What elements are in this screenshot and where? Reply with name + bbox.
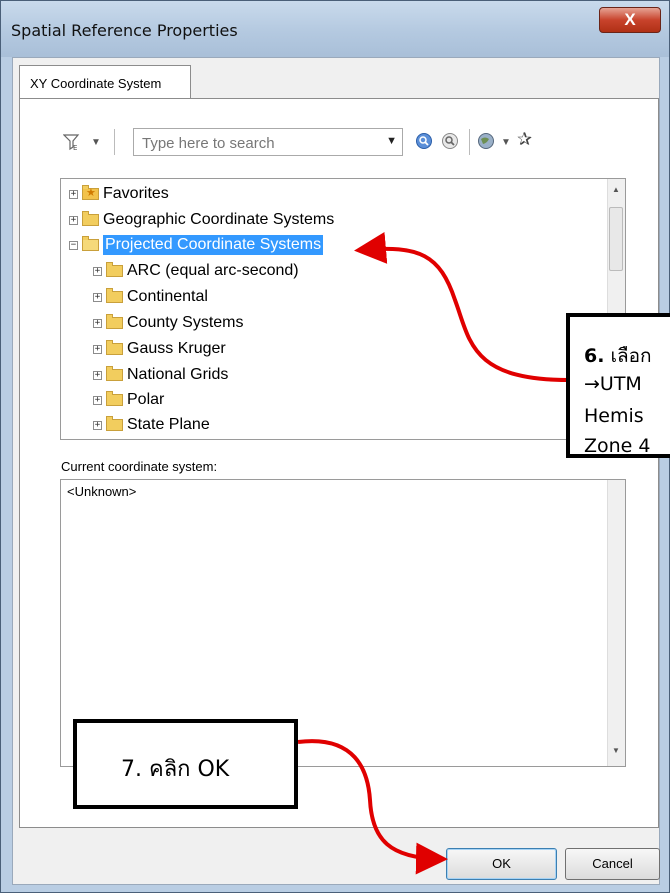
expand-icon[interactable]: + <box>69 189 78 199</box>
step6-callout: 6. เลือก →UTM Hemis Zone 4 <box>566 313 670 458</box>
search-box[interactable]: ▼ <box>133 128 403 157</box>
close-icon: X <box>624 10 636 29</box>
folder-icon <box>106 366 123 381</box>
tree-item-gauss-kruger[interactable]: + Gauss Kruger <box>93 337 226 361</box>
svg-text:E: E <box>73 144 77 151</box>
scrollbar-thumb[interactable] <box>609 207 623 271</box>
tree-item-national-grids[interactable]: + National Grids <box>93 363 228 387</box>
tree-item-continental[interactable]: + Continental <box>93 285 208 309</box>
current-system-label: Current coordinate system: <box>61 459 218 474</box>
open-folder-icon <box>82 236 99 251</box>
step6-number: 6. <box>584 345 605 367</box>
expand-icon[interactable]: + <box>93 292 102 302</box>
tab-xy-coordinate-system[interactable]: XY Coordinate System <box>19 65 191 99</box>
expand-icon[interactable]: + <box>69 215 78 225</box>
current-system-value: <Unknown> <box>67 484 137 499</box>
toolbar-separator <box>469 129 470 155</box>
filter-icon[interactable]: E <box>62 133 81 155</box>
title-bar[interactable]: Spatial Reference Properties X <box>1 1 669 57</box>
tree-item-label: County Systems <box>127 314 244 331</box>
tree-item-county-systems[interactable]: + County Systems <box>93 311 243 335</box>
search-dropdown-icon[interactable]: ▼ <box>386 135 397 147</box>
expand-icon[interactable]: + <box>93 266 102 276</box>
tree-item-state-plane[interactable]: + State Plane <box>93 413 210 437</box>
tree-item-label: Continental <box>127 288 208 305</box>
step6-line2: →UTM <box>584 373 642 395</box>
expand-icon[interactable]: + <box>93 395 102 405</box>
favorites-folder-icon <box>82 185 99 200</box>
step6-line4: Zone 4 <box>584 435 651 457</box>
step6-line3: Hemis <box>584 405 644 427</box>
search-icon[interactable] <box>415 132 433 154</box>
scroll-up-icon[interactable]: ▲ <box>612 185 620 194</box>
globe-icon[interactable] <box>477 132 495 154</box>
tree-item-label: Projected Coordinate Systems <box>103 235 324 255</box>
tree-item-label: National Grids <box>127 366 229 383</box>
tree-item-geographic[interactable]: + Geographic Coordinate Systems <box>69 208 334 232</box>
coordinate-system-tree[interactable]: + Favorites + Geographic Coordinate Syst… <box>60 178 626 440</box>
step7-text: 7. คลิก OK <box>121 757 230 782</box>
cancel-button[interactable]: Cancel <box>565 848 660 880</box>
tree-item-label: Geographic Coordinate Systems <box>103 211 335 228</box>
tree-item-favorites[interactable]: + Favorites <box>69 182 169 206</box>
expand-icon[interactable]: + <box>93 420 102 430</box>
folder-icon <box>106 288 123 303</box>
close-button[interactable]: X <box>599 7 661 33</box>
add-favorite-icon[interactable]: ✰ <box>517 129 532 150</box>
folder-icon <box>106 262 123 277</box>
collapse-icon[interactable]: − <box>69 240 78 250</box>
folder-icon <box>82 211 99 226</box>
cancel-button-label: Cancel <box>592 856 633 871</box>
search-input[interactable] <box>134 129 390 157</box>
tree-item-polar[interactable]: + Polar <box>93 388 164 412</box>
tree-item-label: Gauss Kruger <box>127 340 226 357</box>
scroll-down-icon[interactable]: ▼ <box>612 746 620 755</box>
add-dropdown-icon[interactable]: ▼ <box>501 137 511 148</box>
tree-item-arc[interactable]: + ARC (equal arc-second) <box>93 259 299 283</box>
expand-icon[interactable]: + <box>93 344 102 354</box>
expand-icon[interactable]: + <box>93 318 102 328</box>
step6-text: เลือก <box>610 345 652 367</box>
step6-line1: 6. เลือก <box>584 341 652 371</box>
tree-item-label: Polar <box>127 391 165 408</box>
tree-item-label: State Plane <box>127 416 210 433</box>
folder-icon <box>106 340 123 355</box>
step7-callout: 7. คลิก OK <box>73 719 298 809</box>
details-scrollbar[interactable]: ▼ <box>607 480 625 766</box>
ok-button-label: OK <box>492 856 511 871</box>
arrow-icon: → <box>584 373 600 395</box>
folder-icon <box>106 416 123 431</box>
tree-item-projected[interactable]: − Projected Coordinate Systems <box>69 233 324 257</box>
tree-item-label: Favorites <box>103 185 169 202</box>
tab-label: XY Coordinate System <box>30 76 162 91</box>
tree-item-label: ARC (equal arc-second) <box>127 262 299 279</box>
clear-search-icon[interactable] <box>441 132 459 154</box>
expand-icon[interactable]: + <box>93 370 102 380</box>
filter-dropdown-icon[interactable]: ▼ <box>91 137 101 148</box>
ok-button[interactable]: OK <box>446 848 557 880</box>
window-title: Spatial Reference Properties <box>11 21 238 40</box>
folder-icon <box>106 391 123 406</box>
step6-utm: UTM <box>599 373 642 395</box>
toolbar-separator <box>114 129 115 155</box>
folder-icon <box>106 314 123 329</box>
